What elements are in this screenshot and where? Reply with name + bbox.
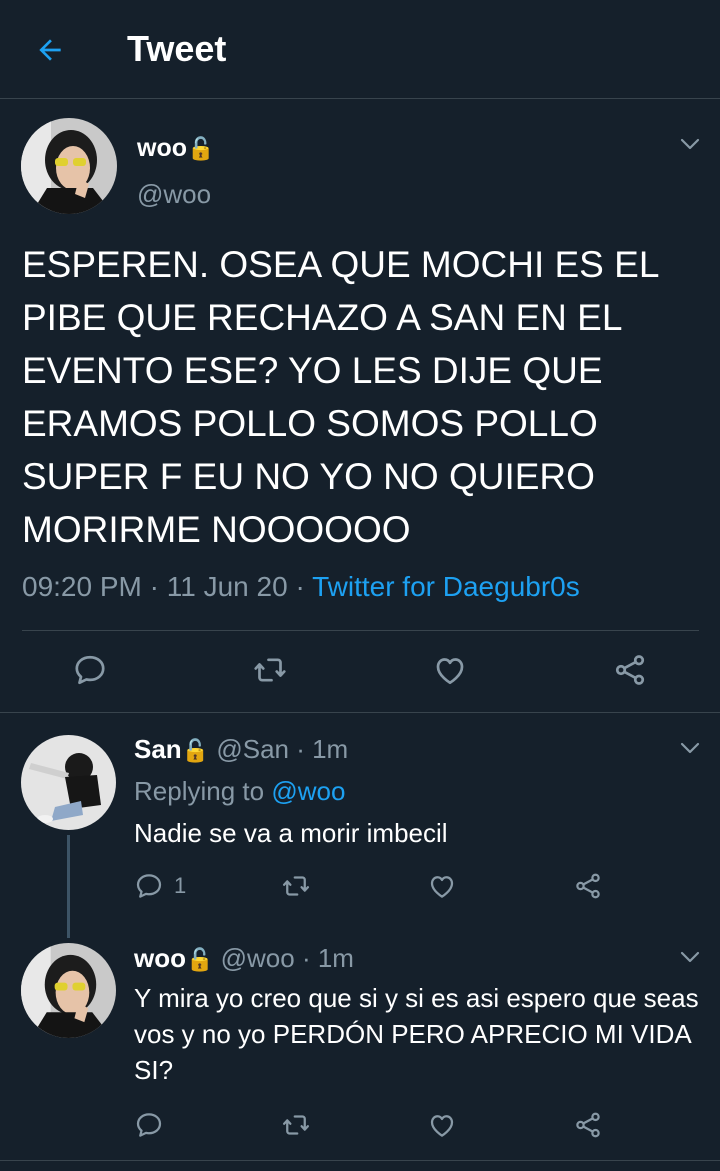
reply-header: woo🔓 @woo · 1m xyxy=(134,943,354,974)
reply-button[interactable]: 1 xyxy=(134,871,186,901)
like-button[interactable] xyxy=(427,1110,457,1140)
reply-age: · 1m xyxy=(301,943,354,973)
share-icon xyxy=(576,873,600,899)
divider xyxy=(0,1160,720,1161)
reply-button[interactable] xyxy=(72,652,108,688)
reply-count: 1 xyxy=(174,873,187,898)
share-icon xyxy=(576,1112,600,1138)
chevron-down-icon[interactable] xyxy=(678,736,702,760)
replying-prefix: Replying to xyxy=(134,776,265,806)
tweet-text: ESPEREN. OSEA QUE MOCHI ES EL PIBE QUE R… xyxy=(22,244,659,550)
like-icon xyxy=(430,876,454,898)
avatar[interactable] xyxy=(21,735,116,830)
like-button[interactable] xyxy=(432,652,468,688)
replying-mention-link[interactable]: @woo xyxy=(271,776,345,806)
share-button[interactable] xyxy=(612,652,648,688)
page-title: Tweet xyxy=(127,28,227,69)
author-name[interactable]: woo🔓 xyxy=(137,134,214,163)
lock-icon: 🔓 xyxy=(187,136,215,161)
share-button[interactable] xyxy=(573,871,603,901)
chevron-down-icon[interactable] xyxy=(678,132,702,156)
retweet-button[interactable] xyxy=(252,652,288,688)
back-arrow-icon[interactable] xyxy=(30,30,70,70)
author-name[interactable]: woo xyxy=(134,943,186,973)
share-button[interactable] xyxy=(573,1110,603,1140)
like-icon xyxy=(430,1115,454,1137)
author-handle[interactable]: @woo xyxy=(221,943,295,973)
chevron-down-icon[interactable] xyxy=(678,945,702,969)
share-icon xyxy=(615,655,645,685)
divider xyxy=(0,712,720,713)
reply-icon xyxy=(75,655,105,685)
tweet-meta: 09:20 PM · 11 Jun 20 · Twitter for Daegu… xyxy=(22,571,580,603)
avatar[interactable] xyxy=(21,943,116,1038)
reply-text: Y mira yo creo que si y si es asi espero… xyxy=(134,983,699,1085)
divider xyxy=(22,630,699,631)
meta-separator: · xyxy=(295,571,305,602)
author-name[interactable]: San xyxy=(134,734,182,764)
author-name-text: woo xyxy=(137,134,187,162)
top-bar xyxy=(0,0,720,99)
reply-icon xyxy=(136,1113,162,1137)
like-button[interactable] xyxy=(427,871,457,901)
lock-icon: 🔓 xyxy=(181,738,210,763)
retweet-button[interactable] xyxy=(281,871,311,901)
author-handle[interactable]: @woo xyxy=(137,179,211,210)
like-icon xyxy=(436,658,464,685)
retweet-icon xyxy=(254,658,286,682)
avatar[interactable] xyxy=(21,118,117,214)
tweet-source-link[interactable]: Twitter for Daegubr0s xyxy=(312,571,580,602)
tweet-date: 11 Jun 20 xyxy=(166,571,288,602)
reply-header: San🔓 @San · 1m xyxy=(134,734,348,765)
reply-icon xyxy=(136,874,162,898)
retweet-button[interactable] xyxy=(281,1110,311,1140)
reply-button[interactable] xyxy=(134,1110,164,1140)
reply-text: Nadie se va a morir imbecil xyxy=(134,818,448,848)
reply-age: · 1m xyxy=(296,734,349,764)
thread-line xyxy=(67,835,70,938)
replying-to: Replying to @woo xyxy=(134,776,345,807)
lock-icon: 🔓 xyxy=(186,947,214,972)
author-handle[interactable]: @San xyxy=(216,734,289,764)
retweet-icon xyxy=(283,1115,309,1135)
meta-separator: · xyxy=(149,571,159,602)
retweet-icon xyxy=(283,876,309,896)
tweet-time: 09:20 PM xyxy=(22,571,142,602)
